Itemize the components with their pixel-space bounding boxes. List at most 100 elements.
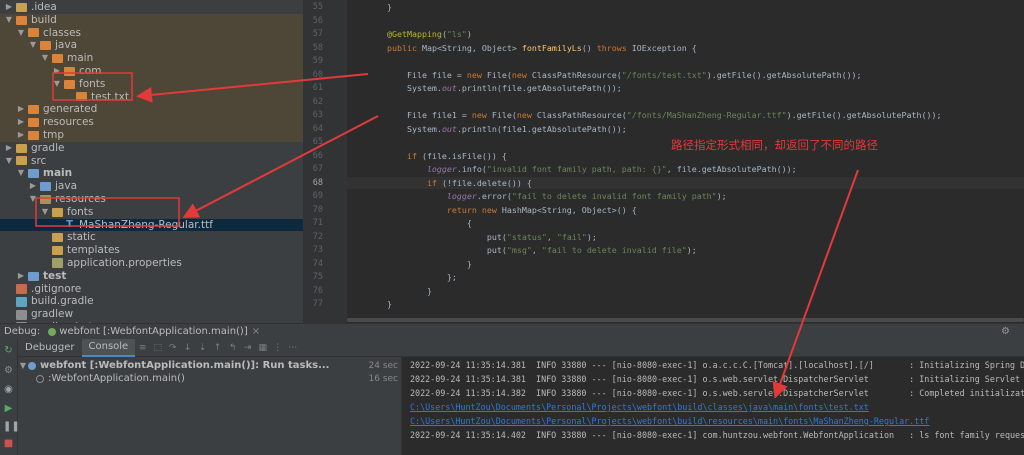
chevron-right-icon[interactable]: ▶	[52, 65, 62, 78]
tree-item[interactable]: ▼ java	[0, 39, 303, 53]
tree-item[interactable]: ▼ src	[0, 155, 303, 168]
step-over-icon[interactable]: ↷	[168, 343, 178, 353]
tree-item[interactable]: test.txt	[0, 90, 303, 104]
tree-item[interactable]: ▶ resources	[0, 116, 303, 129]
code-line[interactable]: };	[367, 272, 457, 283]
folder-icon	[40, 194, 51, 204]
code-line[interactable]: File file = new File(new ClassPathResour…	[367, 70, 862, 81]
chevron-down-icon[interactable]: ▼	[40, 52, 50, 65]
chevron-down-icon[interactable]: ▼	[4, 14, 14, 27]
code-token: ).getFile().getAbsolutePath());	[786, 110, 942, 120]
tree-item[interactable]: gradlew	[0, 308, 303, 321]
tree-item[interactable]: ▶ gradle	[0, 142, 303, 155]
tree-item[interactable]: .gitignore	[0, 283, 303, 296]
folder-icon	[16, 156, 27, 166]
tree-item[interactable]: templates	[0, 244, 303, 257]
debug-session-tab[interactable]: webfont [:WebfontApplication.main()] ×	[48, 326, 260, 337]
pause-icon[interactable]: ❚❚	[3, 421, 20, 432]
tree-item-label: gradlew	[31, 308, 74, 321]
tree-item[interactable]: application.properties	[0, 257, 303, 270]
chevron-right-icon[interactable]: ▶	[16, 103, 26, 116]
step-out-icon[interactable]: ↑	[213, 343, 223, 353]
tree-item[interactable]: ▼ classes	[0, 26, 303, 40]
task-icon	[36, 374, 44, 383]
code-line[interactable]: }	[367, 2, 392, 13]
frame-row[interactable]: ▼ webfont [:WebfontApplication.main()]: …	[18, 359, 402, 372]
code-line[interactable]: }	[367, 299, 392, 310]
code-line[interactable]: System.out.println(file1.getAbsolutePath…	[367, 124, 627, 135]
tree-item[interactable]: ▼ build	[0, 13, 303, 27]
code-line[interactable]: }	[367, 286, 432, 297]
chevron-right-icon[interactable]: ▶	[16, 270, 26, 283]
code-line[interactable]: public Map<String, Object> fontFamilyLs(…	[367, 43, 697, 54]
code-line[interactable]: logger.error("fail to delete invalid fon…	[367, 191, 727, 202]
chevron-right-icon[interactable]: ▶	[16, 116, 26, 129]
scrollbar-thumb[interactable]	[347, 318, 1024, 322]
tab-debugger[interactable]: Debugger	[18, 339, 82, 357]
chevron-right-icon[interactable]: ▶	[4, 142, 14, 155]
code-line[interactable]: System.out.println(file.getAbsolutePath(…	[367, 83, 622, 94]
tree-item[interactable]: ▼ resources	[0, 193, 303, 206]
tree-item[interactable]: ▼ main	[0, 52, 303, 65]
tree-item[interactable]: T MaShanZheng-Regular.ttf	[0, 218, 303, 232]
code-line[interactable]: logger.info("invalid font family path, p…	[367, 164, 797, 175]
tree-item[interactable]: ▶ tmp	[0, 129, 303, 142]
tab-console[interactable]: Console	[81, 338, 136, 357]
step-into-icon[interactable]: ↓	[183, 343, 193, 353]
code-line[interactable]: @GetMapping("ls")	[367, 29, 472, 40]
debug-label: Debug:	[4, 326, 41, 337]
tree-item[interactable]: ▶ java	[0, 180, 303, 193]
console-output[interactable]: 2022-09-24 11:35:14.381 INFO 33880 --- […	[402, 357, 1024, 455]
tree-item[interactable]: ▼ fonts	[0, 77, 303, 91]
console-path-link[interactable]: C:\Users\HuntZou\Documents\Personal\Proj…	[410, 416, 929, 427]
tree-item[interactable]: static	[0, 231, 303, 244]
chevron-right-icon[interactable]: ▶	[28, 180, 38, 193]
tree-item[interactable]: ▶ .idea	[0, 1, 303, 14]
code-line[interactable]: if (file.isFile()) {	[367, 151, 507, 162]
restore-layout-icon[interactable]: ⬚	[153, 343, 163, 353]
more-icon[interactable]: ⋯	[288, 343, 298, 353]
frame-row[interactable]: :WebfontApplication.main() 16 sec	[18, 372, 402, 385]
code-token: ,	[531, 245, 542, 255]
code-line[interactable]: }	[367, 259, 472, 270]
chevron-down-icon[interactable]: ▼	[28, 39, 38, 52]
tree-item[interactable]: ▼ main	[0, 167, 303, 180]
code-editor[interactable]: 55 56 57 58 59 60 61 62 63 64 65 66 67 68 69 70 71 72 73 74…	[303, 0, 1024, 323]
code-token: logger	[367, 164, 457, 174]
tree-item[interactable]: ▼ fonts	[0, 206, 303, 219]
trace-icon[interactable]: ⋮	[273, 343, 283, 353]
chevron-right-icon[interactable]: ▶	[16, 129, 26, 142]
console-path-link[interactable]: C:\Users\HuntZou\Documents\Personal\Proj…	[410, 402, 869, 413]
stop-icon[interactable]: ■	[3, 438, 14, 449]
tree-item[interactable]: ▶ test	[0, 270, 303, 283]
evaluate-icon[interactable]: ▦	[258, 343, 268, 353]
tree-item[interactable]: ▶ com	[0, 65, 303, 78]
code-line[interactable]: {	[367, 218, 472, 229]
force-step-into-icon[interactable]: ⇣	[198, 343, 208, 353]
chevron-down-icon[interactable]: ▼	[16, 167, 26, 180]
run-to-cursor-icon[interactable]: ⇥	[243, 343, 253, 353]
resume-icon[interactable]: ▶	[3, 403, 14, 414]
drop-frame-icon[interactable]: ↰	[228, 343, 238, 353]
chevron-down-icon[interactable]: ▼	[16, 27, 26, 40]
rerun-icon[interactable]: ↻	[3, 345, 14, 356]
code-line[interactable]: put("status", "fail");	[367, 232, 597, 243]
code-line[interactable]: return new HashMap<String, Object>() {	[367, 205, 637, 216]
code-line[interactable]: if (!file.delete()) {	[367, 178, 532, 189]
code-line[interactable]: File file1 = new File(new ClassPathResou…	[367, 110, 942, 121]
chevron-down-icon[interactable]: ▼	[4, 155, 14, 168]
folder-icon	[52, 54, 63, 64]
code-line[interactable]: put("msg", "fail to delete invalid file"…	[367, 245, 697, 256]
gear-icon[interactable]: ⚙	[1001, 326, 1010, 337]
tree-item[interactable]: ▶ generated	[0, 103, 303, 117]
close-icon[interactable]: ×	[252, 326, 260, 337]
menu-icon[interactable]: ≡	[138, 343, 148, 353]
view-breakpoints-icon[interactable]: ◉	[3, 384, 14, 395]
chevron-down-icon[interactable]: ▼	[18, 361, 28, 370]
chevron-down-icon[interactable]: ▼	[40, 206, 50, 219]
chevron-down-icon[interactable]: ▼	[52, 78, 62, 91]
chevron-down-icon[interactable]: ▼	[28, 193, 38, 206]
settings-icon[interactable]: ⚙	[3, 365, 14, 376]
chevron-right-icon[interactable]: ▶	[4, 1, 14, 14]
tree-item[interactable]: build.gradle	[0, 295, 303, 308]
